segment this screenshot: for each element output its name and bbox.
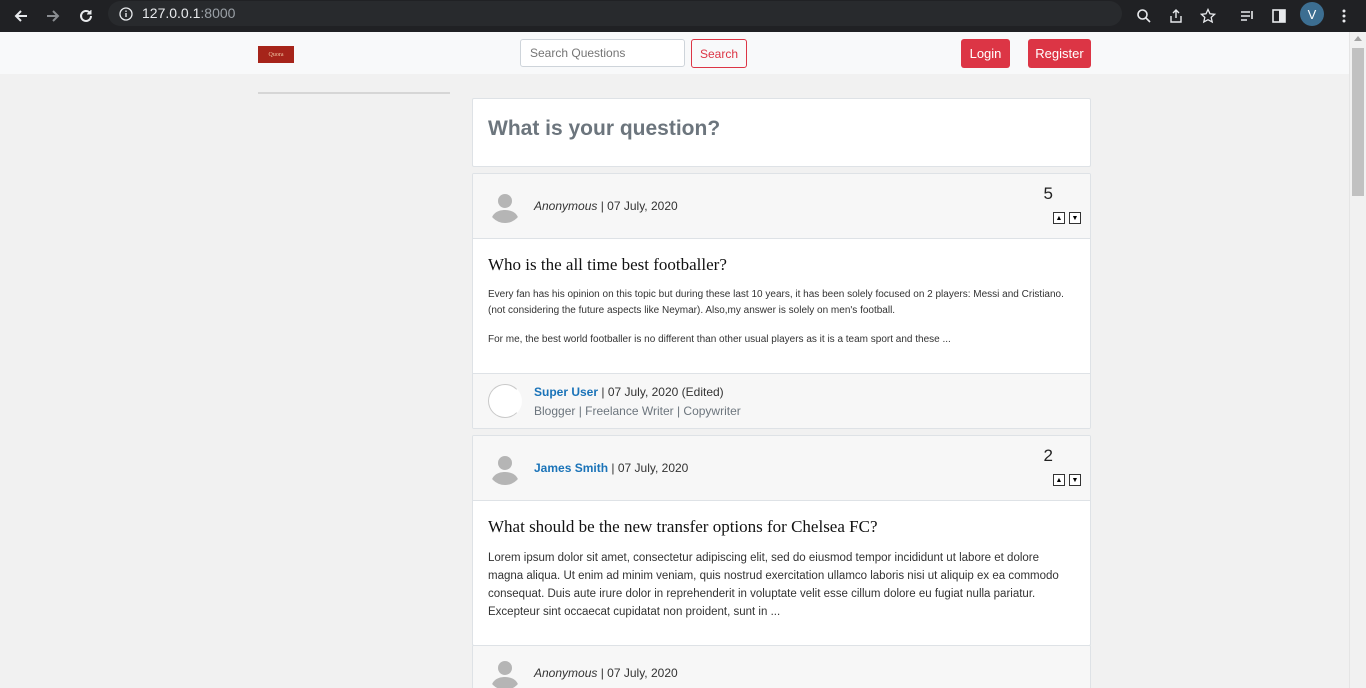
user-avatar-icon bbox=[488, 656, 522, 688]
answer-author-bio: Blogger | Freelance Writer | Copywriter bbox=[534, 404, 741, 418]
upvote-icon[interactable]: ▲ bbox=[1053, 474, 1065, 486]
address-bar[interactable] bbox=[108, 1, 1122, 26]
share-icon[interactable] bbox=[1164, 4, 1188, 28]
question-excerpt: Every fan has his opinion on this topic … bbox=[488, 287, 1075, 348]
profile-avatar[interactable]: V bbox=[1300, 2, 1324, 26]
login-button[interactable]: Login bbox=[961, 39, 1010, 68]
question-header: Anonymous | 07 July, 2020 5 ▲ ▼ bbox=[473, 174, 1090, 239]
question-header: James Smith | 07 July, 2020 2 ▲ ▼ bbox=[473, 436, 1090, 501]
vote-count: 5 bbox=[1043, 184, 1053, 203]
reload-icon[interactable] bbox=[74, 4, 98, 28]
question-author-link[interactable]: James Smith bbox=[534, 461, 608, 475]
question-body: Who is the all time best footballer? Eve… bbox=[473, 239, 1090, 373]
zoom-icon[interactable] bbox=[1132, 4, 1156, 28]
question-date: | 07 July, 2020 bbox=[611, 461, 689, 475]
question-title[interactable]: Who is the all time best footballer? bbox=[488, 255, 1075, 275]
user-avatar-icon bbox=[488, 189, 522, 223]
answer-author-link[interactable]: Super User bbox=[534, 385, 598, 399]
url-host: 127.0.0.1 bbox=[142, 5, 201, 21]
site-logo[interactable]: Quora bbox=[258, 46, 294, 63]
excerpt-paragraph: For me, the best world footballer is no … bbox=[488, 334, 951, 345]
question-meta: Anonymous | 07 July, 2020 bbox=[534, 666, 678, 680]
answer-meta: Super User | 07 July, 2020 (Edited) bbox=[534, 385, 724, 399]
back-icon[interactable] bbox=[9, 4, 33, 28]
url-text[interactable]: 127.0.0.1:8000 bbox=[142, 5, 235, 21]
question-meta: James Smith | 07 July, 2020 bbox=[534, 461, 688, 475]
search-input[interactable] bbox=[520, 39, 685, 67]
scrollbar-thumb[interactable] bbox=[1352, 48, 1364, 196]
excerpt-paragraph: Lorem ipsum dolor sit amet, consectetur … bbox=[488, 552, 1059, 618]
question-card: Anonymous | 07 July, 2020 bbox=[472, 645, 1091, 688]
logo-text: Quora bbox=[268, 51, 284, 58]
question-card: James Smith | 07 July, 2020 2 ▲ ▼ What s… bbox=[472, 435, 1091, 646]
site-navbar: Quora Search Login Register bbox=[0, 32, 1349, 74]
question-excerpt: Lorem ipsum dolor sit amet, consectetur … bbox=[488, 549, 1075, 621]
user-avatar-icon bbox=[488, 451, 522, 485]
star-icon[interactable] bbox=[1196, 4, 1220, 28]
answer-author-avatar bbox=[488, 384, 522, 418]
downvote-icon[interactable]: ▼ bbox=[1069, 212, 1081, 224]
profile-initial: V bbox=[1307, 6, 1317, 22]
page-scrollbar[interactable] bbox=[1349, 32, 1366, 688]
register-button[interactable]: Register bbox=[1028, 39, 1091, 68]
answer-footer: Super User | 07 July, 2020 (Edited) Blog… bbox=[473, 373, 1090, 428]
forward-icon[interactable] bbox=[41, 4, 65, 28]
scroll-up-icon[interactable] bbox=[1354, 36, 1362, 41]
search-button[interactable]: Search bbox=[691, 39, 747, 68]
url-port: :8000 bbox=[200, 5, 236, 21]
ask-question-prompt[interactable]: What is your question? bbox=[488, 117, 720, 141]
reading-list-icon[interactable] bbox=[1235, 4, 1259, 28]
question-body: What should be the new transfer options … bbox=[473, 501, 1090, 621]
vote-count: 2 bbox=[1043, 446, 1053, 465]
browser-toolbar: 127.0.0.1:8000 V bbox=[0, 0, 1366, 32]
question-title[interactable]: What should be the new transfer options … bbox=[488, 517, 1075, 537]
question-author: Anonymous bbox=[534, 199, 598, 213]
question-header: Anonymous | 07 July, 2020 bbox=[473, 646, 1090, 688]
menu-icon[interactable] bbox=[1332, 4, 1356, 28]
info-icon[interactable] bbox=[114, 2, 138, 26]
sidebar-divider bbox=[258, 92, 450, 94]
excerpt-paragraph: Every fan has his opinion on this topic … bbox=[488, 289, 1064, 316]
question-date: | 07 July, 2020 bbox=[600, 666, 678, 680]
upvote-icon[interactable]: ▲ bbox=[1053, 212, 1065, 224]
answer-date: | 07 July, 2020 (Edited) bbox=[601, 385, 724, 399]
question-meta: Anonymous | 07 July, 2020 bbox=[534, 199, 678, 213]
question-author: Anonymous bbox=[534, 666, 598, 680]
question-date: | 07 July, 2020 bbox=[600, 199, 678, 213]
question-card: Anonymous | 07 July, 2020 5 ▲ ▼ Who is t… bbox=[472, 173, 1091, 429]
ask-question-box[interactable]: What is your question? bbox=[472, 98, 1091, 167]
side-panel-icon[interactable] bbox=[1267, 4, 1291, 28]
downvote-icon[interactable]: ▼ bbox=[1069, 474, 1081, 486]
